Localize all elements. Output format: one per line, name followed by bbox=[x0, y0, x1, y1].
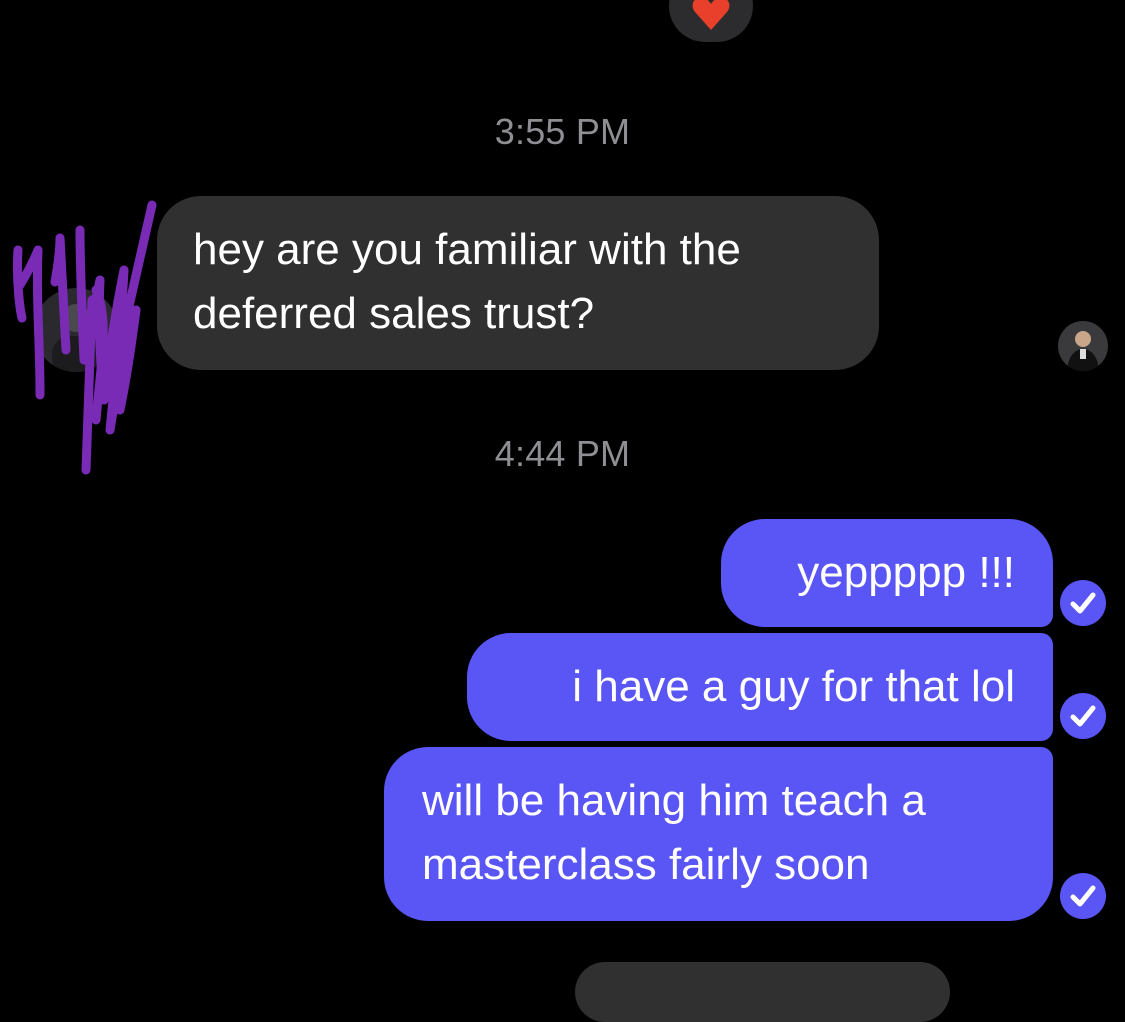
heart-emoji-icon bbox=[692, 0, 730, 30]
message-line: masterclass fairly soon bbox=[422, 840, 870, 889]
read-checkmark-icon bbox=[1060, 693, 1106, 739]
outgoing-message-bubble[interactable]: i have a guy for that lol bbox=[467, 633, 1053, 741]
partial-message-bubble[interactable] bbox=[575, 962, 950, 1022]
message-line: deferred sales trust? bbox=[193, 289, 595, 338]
timestamp: 3:55 PM bbox=[494, 111, 631, 152]
message-text: i have a guy for that lol bbox=[572, 662, 1015, 711]
reaction-pill[interactable] bbox=[669, 0, 753, 42]
read-checkmark-icon bbox=[1060, 580, 1106, 626]
message-text: yeppppp !!! bbox=[797, 548, 1015, 597]
seen-avatar bbox=[1058, 321, 1108, 371]
incoming-message-bubble[interactable]: hey are you familiar with the deferred s… bbox=[157, 196, 879, 370]
outgoing-message-bubble[interactable]: yeppppp !!! bbox=[721, 519, 1053, 627]
message-line: hey are you familiar with the bbox=[193, 225, 741, 274]
message-line: will be having him teach a bbox=[422, 776, 926, 825]
read-checkmark-icon bbox=[1060, 873, 1106, 919]
timestamp: 4:44 PM bbox=[494, 433, 631, 474]
person-photo-icon bbox=[1067, 331, 1099, 371]
outgoing-message-bubble[interactable]: will be having him teach a masterclass f… bbox=[384, 747, 1053, 921]
